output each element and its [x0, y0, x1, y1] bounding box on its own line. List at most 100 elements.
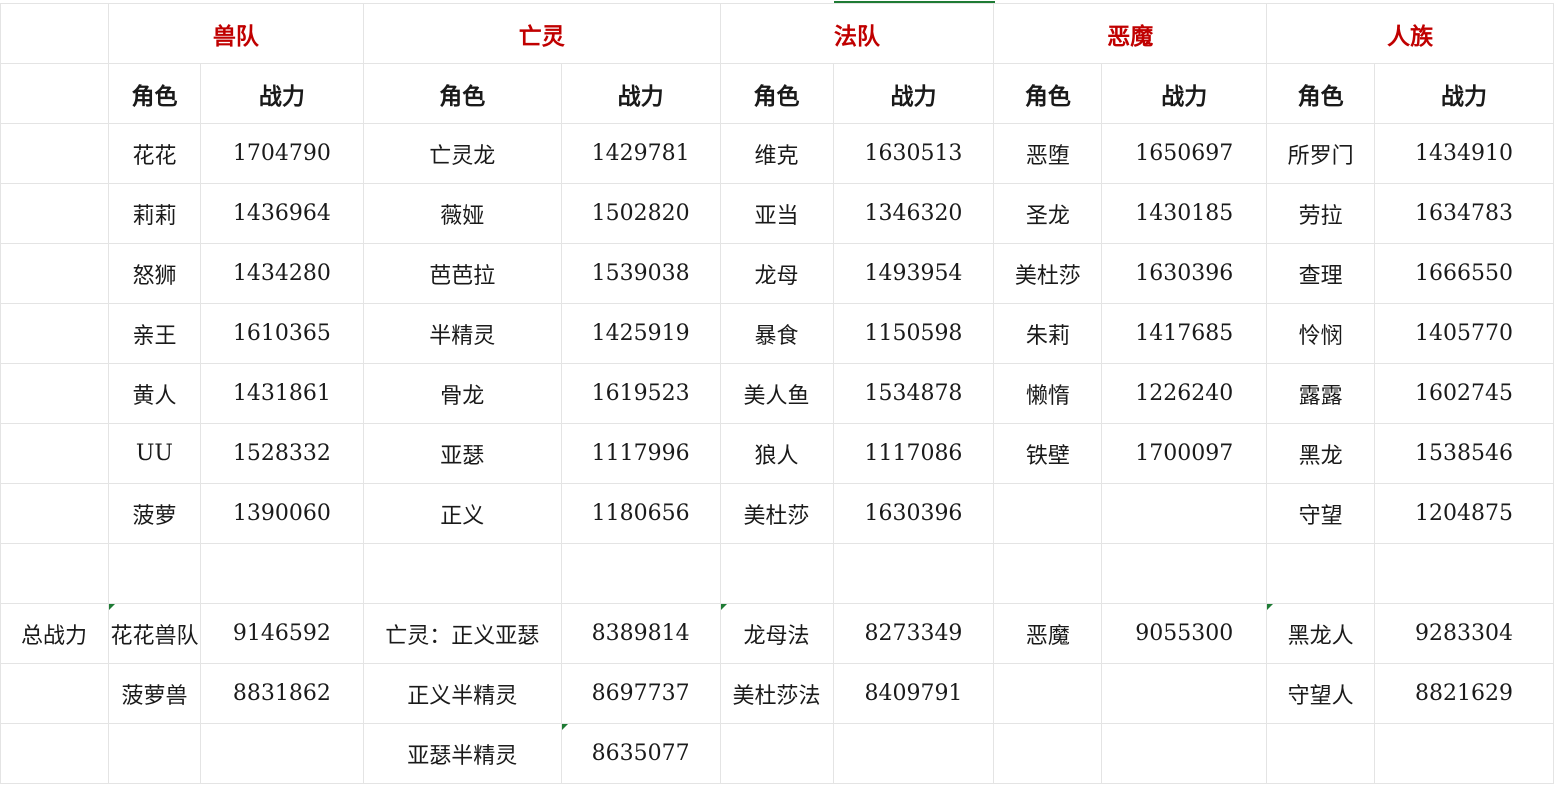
power-cell[interactable]: 1117086	[832, 423, 995, 484]
role-header[interactable]: 角色	[107, 63, 201, 124]
role-cell[interactable]: UU	[107, 423, 201, 484]
power-header[interactable]: 战力	[1374, 63, 1554, 124]
total-value-cell[interactable]: 9055300	[1101, 603, 1268, 664]
role-header[interactable]: 角色	[362, 63, 562, 124]
power-cell[interactable]: 1630396	[1101, 243, 1268, 304]
total-value-cell[interactable]	[1101, 663, 1268, 724]
role-cell[interactable]: 亲王	[107, 303, 201, 364]
total-value-cell[interactable]: 8697737	[560, 663, 721, 724]
power-header[interactable]: 战力	[560, 63, 721, 124]
total-name-cell[interactable]: 菠萝兽	[107, 663, 201, 724]
role-header[interactable]: 角色	[1266, 63, 1376, 124]
power-cell[interactable]: 1434910	[1374, 123, 1554, 184]
total-value-cell[interactable]: 8635077	[560, 723, 721, 784]
total-value-cell[interactable]: 8409791	[832, 663, 995, 724]
power-cell[interactable]: 1534878	[832, 363, 995, 424]
team-header-3[interactable]: 法队	[719, 3, 995, 64]
role-cell[interactable]: 维克	[719, 123, 834, 184]
total-value-cell[interactable]: 8389814	[560, 603, 721, 664]
total-name-cell[interactable]: 黑龙人	[1266, 603, 1376, 664]
blank-cell[interactable]	[0, 363, 109, 424]
role-cell[interactable]	[993, 483, 1103, 544]
total-name-cell[interactable]: 花花兽队	[107, 603, 201, 664]
role-cell[interactable]: 美杜莎	[993, 243, 1103, 304]
power-cell[interactable]: 1610365	[199, 303, 364, 364]
total-value-cell[interactable]	[832, 723, 995, 784]
power-cell[interactable]: 1417685	[1101, 303, 1268, 364]
corner-cell[interactable]	[0, 3, 109, 64]
power-cell[interactable]: 1434280	[199, 243, 364, 304]
role-cell[interactable]: 芭芭拉	[362, 243, 562, 304]
blank-cell[interactable]	[107, 543, 201, 604]
role-header[interactable]: 角色	[993, 63, 1103, 124]
role-cell[interactable]: 所罗门	[1266, 123, 1376, 184]
power-cell[interactable]: 1430185	[1101, 183, 1268, 244]
power-cell[interactable]: 1425919	[560, 303, 721, 364]
blank-cell[interactable]	[560, 543, 721, 604]
power-cell[interactable]: 1704790	[199, 123, 364, 184]
power-cell[interactable]: 1117996	[560, 423, 721, 484]
total-name-cell[interactable]	[1266, 723, 1376, 784]
blank-cell[interactable]	[0, 723, 109, 784]
total-name-cell[interactable]: 恶魔	[993, 603, 1103, 664]
power-cell[interactable]: 1634783	[1374, 183, 1554, 244]
power-cell[interactable]: 1493954	[832, 243, 995, 304]
power-cell[interactable]: 1502820	[560, 183, 721, 244]
power-cell[interactable]: 1431861	[199, 363, 364, 424]
power-cell[interactable]: 1630396	[832, 483, 995, 544]
total-name-cell[interactable]: 亚瑟半精灵	[362, 723, 562, 784]
power-cell[interactable]: 1180656	[560, 483, 721, 544]
role-cell[interactable]: 美杜莎	[719, 483, 834, 544]
total-value-cell[interactable]: 8273349	[832, 603, 995, 664]
role-cell[interactable]: 铁壁	[993, 423, 1103, 484]
blank-cell[interactable]	[199, 543, 364, 604]
role-cell[interactable]: 朱莉	[993, 303, 1103, 364]
total-value-cell[interactable]	[1101, 723, 1268, 784]
power-cell[interactable]: 1346320	[832, 183, 995, 244]
blank-cell[interactable]	[1374, 543, 1554, 604]
role-cell[interactable]: 亚当	[719, 183, 834, 244]
power-cell[interactable]: 1700097	[1101, 423, 1268, 484]
team-header-5[interactable]: 人族	[1266, 3, 1554, 64]
role-cell[interactable]: 恶堕	[993, 123, 1103, 184]
role-cell[interactable]: 龙母	[719, 243, 834, 304]
team-header-2[interactable]: 亡灵	[362, 3, 721, 64]
power-header[interactable]: 战力	[1101, 63, 1268, 124]
blank-cell[interactable]	[1266, 543, 1376, 604]
role-cell[interactable]: 怜悯	[1266, 303, 1376, 364]
total-name-cell[interactable]	[993, 663, 1103, 724]
role-header[interactable]: 角色	[719, 63, 834, 124]
blank-cell[interactable]	[0, 423, 109, 484]
role-cell[interactable]: 懒惰	[993, 363, 1103, 424]
blank-cell[interactable]	[993, 543, 1103, 604]
role-cell[interactable]: 莉莉	[107, 183, 201, 244]
role-cell[interactable]: 骨龙	[362, 363, 562, 424]
power-cell[interactable]: 1226240	[1101, 363, 1268, 424]
blank-cell[interactable]	[0, 543, 109, 604]
total-name-cell[interactable]: 正义半精灵	[362, 663, 562, 724]
role-cell[interactable]: 劳拉	[1266, 183, 1376, 244]
power-cell[interactable]: 1619523	[560, 363, 721, 424]
total-value-cell[interactable]: 8821629	[1374, 663, 1554, 724]
blank-cell[interactable]	[0, 303, 109, 364]
power-cell[interactable]: 1436964	[199, 183, 364, 244]
blank-cell[interactable]	[362, 543, 562, 604]
blank-cell[interactable]	[0, 243, 109, 304]
power-cell[interactable]: 1666550	[1374, 243, 1554, 304]
power-cell[interactable]: 1204875	[1374, 483, 1554, 544]
total-label[interactable]: 总战力	[0, 603, 109, 664]
total-value-cell[interactable]	[1374, 723, 1554, 784]
total-value-cell[interactable]	[199, 723, 364, 784]
power-cell[interactable]: 1429781	[560, 123, 721, 184]
blank-cell[interactable]	[719, 543, 834, 604]
role-cell[interactable]: 露露	[1266, 363, 1376, 424]
total-name-cell[interactable]	[993, 723, 1103, 784]
blank-cell[interactable]	[0, 183, 109, 244]
power-cell[interactable]: 1602745	[1374, 363, 1554, 424]
role-cell[interactable]: 黄人	[107, 363, 201, 424]
power-cell[interactable]: 1650697	[1101, 123, 1268, 184]
total-name-cell[interactable]	[107, 723, 201, 784]
role-cell[interactable]: 亚瑟	[362, 423, 562, 484]
total-value-cell[interactable]: 8831862	[199, 663, 364, 724]
role-cell[interactable]: 圣龙	[993, 183, 1103, 244]
